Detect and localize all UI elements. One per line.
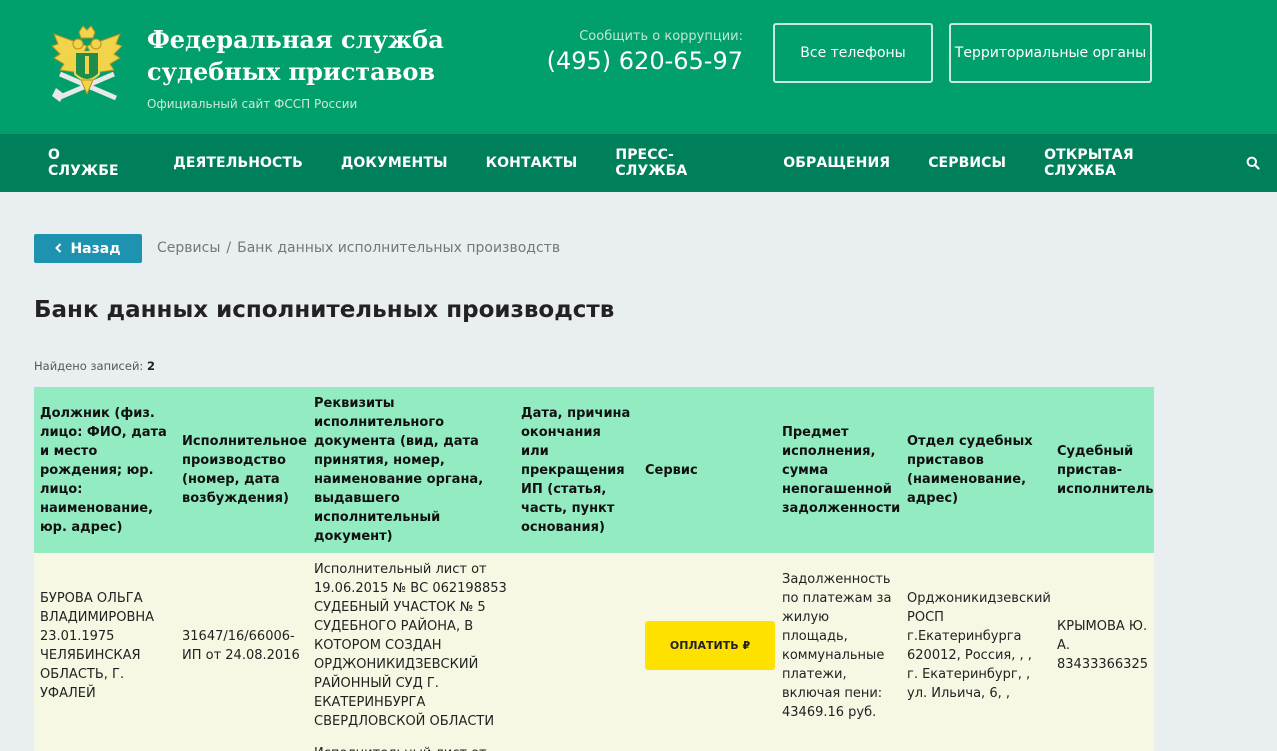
- cell-empty: [176, 738, 308, 751]
- cell-proceeding: 31647/16/66006-ИП от 24.08.2016: [176, 553, 308, 738]
- records-found: Найдено записей: 2: [34, 359, 155, 373]
- back-button[interactable]: Назад: [34, 234, 142, 263]
- nav-item-activity[interactable]: ДЕЯТЕЛЬНОСТЬ: [154, 134, 322, 192]
- cell-empty: [639, 738, 776, 751]
- col-header-service: Сервис: [639, 387, 776, 553]
- col-header-subject: Предмет исполнения, сумма непогашенной з…: [776, 387, 901, 553]
- cell-document: Исполнительный лист от: [308, 738, 515, 751]
- cell-end-reason: [515, 553, 639, 738]
- cell-bailiff: КРЫМОВА Ю. А. 83433366325: [1051, 553, 1154, 738]
- col-header-bailiff: Судебный пристав-исполнитель: [1051, 387, 1154, 553]
- nav-item-services[interactable]: СЕРВИСЫ: [909, 134, 1025, 192]
- table-row: Исполнительный лист от: [34, 738, 1154, 751]
- col-header-department: Отдел судебных приставов (наименование, …: [901, 387, 1051, 553]
- cell-empty: [515, 738, 639, 751]
- cell-document: Исполнительный лист от 19.06.2015 № ВС 0…: [308, 553, 515, 738]
- pay-button[interactable]: ОПЛАТИТЬ ₽: [645, 621, 775, 670]
- corruption-label: Сообщить о коррупции:: [579, 29, 743, 44]
- cell-debtor: БУРОВА ОЛЬГА ВЛАДИМИРОВНА 23.01.1975 ЧЕЛ…: [34, 553, 176, 738]
- nav-item-open-service[interactable]: ОТКРЫТАЯ СЛУЖБА: [1025, 134, 1229, 192]
- results-table: Должник (физ. лицо: ФИО, дата и место ро…: [34, 387, 1154, 751]
- site-title[interactable]: Федеральная служба судебных приставов: [147, 24, 477, 88]
- cell-empty: [34, 738, 176, 751]
- nav-item-about[interactable]: О СЛУЖБЕ: [29, 134, 154, 192]
- main-nav: О СЛУЖБЕ ДЕЯТЕЛЬНОСТЬ ДОКУМЕНТЫ КОНТАКТЫ…: [0, 134, 1277, 192]
- site-header: Федеральная служба судебных приставов Оф…: [0, 0, 1277, 134]
- cell-empty: [776, 738, 901, 751]
- cell-subject: Задолженность по платежам за жилую площа…: [776, 553, 901, 738]
- nav-item-press[interactable]: ПРЕСС-СЛУЖБА: [596, 134, 764, 192]
- col-header-debtor: Должник (физ. лицо: ФИО, дата и место ро…: [34, 387, 176, 553]
- site-subtitle: Официальный сайт ФССП России: [147, 97, 358, 111]
- breadcrumb-current: Банк данных исполнительных производств: [237, 240, 561, 256]
- nav-item-contacts[interactable]: КОНТАКТЫ: [467, 134, 597, 192]
- breadcrumb: Сервисы / Банк данных исполнительных про…: [157, 240, 560, 256]
- cell-service: ОПЛАТИТЬ ₽: [639, 553, 776, 738]
- territorial-bodies-button[interactable]: Территориальные органы: [949, 23, 1152, 83]
- records-found-label: Найдено записей:: [34, 359, 144, 373]
- table-row: БУРОВА ОЛЬГА ВЛАДИМИРОВНА 23.01.1975 ЧЕЛ…: [34, 553, 1154, 738]
- cell-empty: [1051, 738, 1154, 751]
- page-title: Банк данных исполнительных производств: [34, 297, 615, 323]
- search-icon[interactable]: [1229, 134, 1277, 192]
- table-header-row: Должник (физ. лицо: ФИО, дата и место ро…: [34, 387, 1154, 553]
- all-phones-button[interactable]: Все телефоны: [773, 23, 933, 83]
- cell-department: Орджоникидзевский РОСП г.Екатеринбурга 6…: [901, 553, 1051, 738]
- fssp-emblem-logo[interactable]: [48, 24, 126, 108]
- col-header-end-reason: Дата, причина окончания или прекращения …: [515, 387, 639, 553]
- breadcrumb-separator: /: [226, 240, 232, 256]
- back-button-label: Назад: [70, 240, 121, 257]
- col-header-proceeding: Исполнительное производство (номер, дата…: [176, 387, 308, 553]
- nav-item-appeals[interactable]: ОБРАЩЕНИЯ: [764, 134, 909, 192]
- col-header-document: Реквизиты исполнительного документа (вид…: [308, 387, 515, 553]
- chevron-left-icon: [55, 241, 62, 257]
- records-found-count: 2: [146, 359, 155, 373]
- nav-item-documents[interactable]: ДОКУМЕНТЫ: [322, 134, 467, 192]
- breadcrumb-services[interactable]: Сервисы: [157, 240, 220, 256]
- corruption-phone[interactable]: (495) 620-65-97: [540, 47, 743, 75]
- cell-empty: [901, 738, 1051, 751]
